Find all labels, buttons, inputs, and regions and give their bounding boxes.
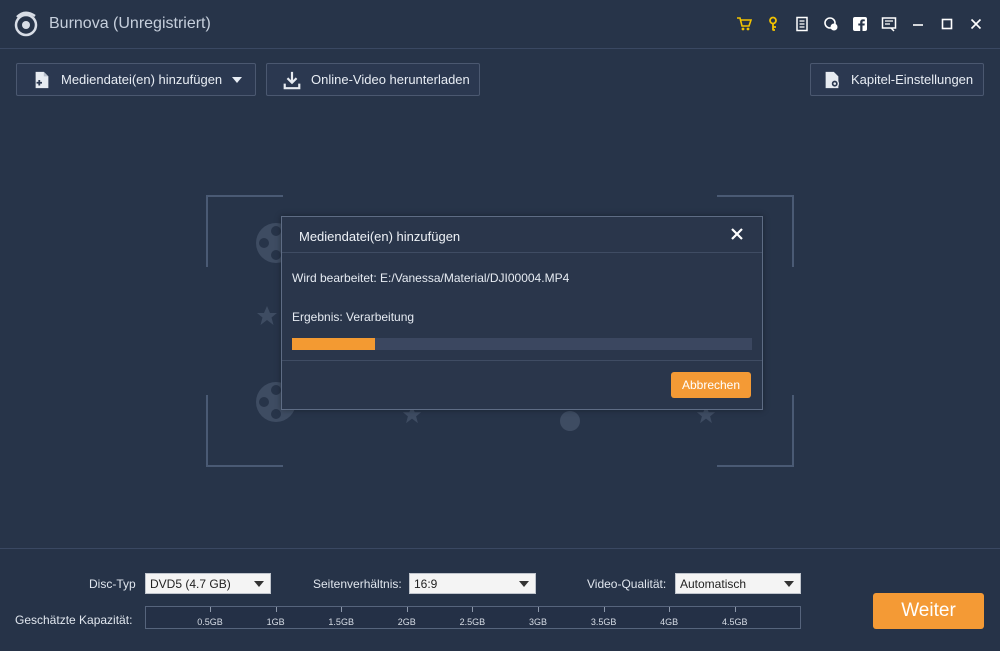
download-online-video-button[interactable]: Online-Video herunterladen (266, 63, 480, 96)
download-icon (281, 69, 303, 91)
video-quality-value: Automatisch (680, 576, 747, 591)
capacity-tick (603, 607, 605, 612)
dialog-title: Mediendatei(en) hinzufügen (299, 229, 461, 244)
chat-icon[interactable] (816, 12, 845, 36)
add-media-dialog: Mediendatei(en) hinzufügen Wird bearbeit… (281, 216, 763, 410)
film-reel-icon (560, 411, 580, 431)
chapter-settings-button[interactable]: Kapitel-Einstellungen (810, 63, 984, 96)
capacity-tick-label: 2GB (397, 617, 416, 627)
add-file-icon (31, 69, 53, 91)
capacity-tick-label: 1GB (266, 617, 285, 627)
processing-text: Wird bearbeitet: E:/Vanessa/Material/DJI… (292, 271, 570, 285)
chevron-down-icon[interactable] (232, 76, 243, 83)
capacity-tick (341, 607, 343, 612)
capacity-tick (210, 607, 211, 612)
download-label: Online-Video herunterladen (311, 72, 470, 87)
cancel-button[interactable]: Abbrechen (671, 372, 751, 398)
capacity-tick-label: 1.5GB (328, 617, 354, 627)
capacity-tick-label: 2.5GB (459, 617, 486, 627)
document-icon[interactable] (787, 12, 816, 36)
chevron-down-icon (254, 581, 264, 587)
capacity-tick (275, 607, 277, 612)
dialog-close-icon[interactable] (730, 227, 744, 241)
add-media-label: Mediendatei(en) hinzufügen (61, 72, 223, 87)
capacity-tick (734, 607, 736, 612)
capacity-tick-label: 4.5GB (722, 617, 748, 627)
disc-type-value: DVD5 (4.7 GB) (150, 576, 231, 591)
capacity-tick-label: 3GB (528, 617, 548, 627)
capacity-tick-label: 0.5GB (197, 617, 223, 627)
facebook-icon[interactable] (845, 12, 874, 36)
add-media-button[interactable]: Mediendatei(en) hinzufügen (16, 63, 256, 96)
capacity-label: Geschätzte Kapazität: (15, 613, 133, 627)
key-icon[interactable] (758, 12, 787, 36)
next-button[interactable]: Weiter (873, 593, 984, 629)
video-quality-select[interactable]: Automatisch (675, 573, 801, 594)
capacity-tick (406, 607, 408, 612)
video-quality-label: Video-Qualität: (587, 577, 667, 591)
capacity-tick (669, 607, 671, 612)
chevron-down-icon (519, 581, 529, 587)
capacity-tick (538, 607, 539, 612)
app-title: Burnova (Unregistriert) (49, 15, 211, 32)
disc-type-select[interactable]: DVD5 (4.7 GB) (145, 573, 271, 594)
cart-icon[interactable] (729, 12, 758, 36)
chevron-down-icon (784, 581, 794, 587)
chapter-settings-label: Kapitel-Einstellungen (851, 72, 974, 87)
capacity-tick-label: 3.5GB (590, 617, 617, 627)
capacity-bar: 0.5GB 1GB 1.5GB 2GB 2.5GB 3GB 3.5GB 4GB 4.5GB (145, 606, 801, 629)
titlebar-icons (729, 12, 990, 36)
bottom-panel (0, 548, 1000, 651)
chapter-settings-icon (821, 69, 843, 91)
burnova-logo-icon (14, 11, 38, 37)
aspect-ratio-label: Seitenverhältnis: (313, 577, 402, 591)
disc-type-label: Disc-Typ (89, 577, 136, 591)
result-text: Ergebnis: Verarbeitung (292, 310, 415, 324)
dialog-divider (282, 360, 762, 361)
aspect-ratio-select[interactable]: 16:9 (409, 573, 536, 594)
capacity-tick-label: 4GB (660, 617, 679, 627)
close-icon[interactable] (961, 12, 990, 36)
capacity-tick (472, 607, 474, 612)
star-icon (257, 306, 277, 325)
dialog-header: Mediendatei(en) hinzufügen (282, 217, 762, 253)
progress-bar (292, 338, 752, 350)
minimize-icon[interactable] (903, 12, 932, 36)
title-bar: Burnova (Unregistriert) (0, 0, 1000, 49)
progress-bar-fill (292, 338, 375, 350)
aspect-ratio-value: 16:9 (414, 576, 438, 591)
maximize-icon[interactable] (932, 12, 961, 36)
feedback-icon[interactable] (874, 12, 903, 36)
